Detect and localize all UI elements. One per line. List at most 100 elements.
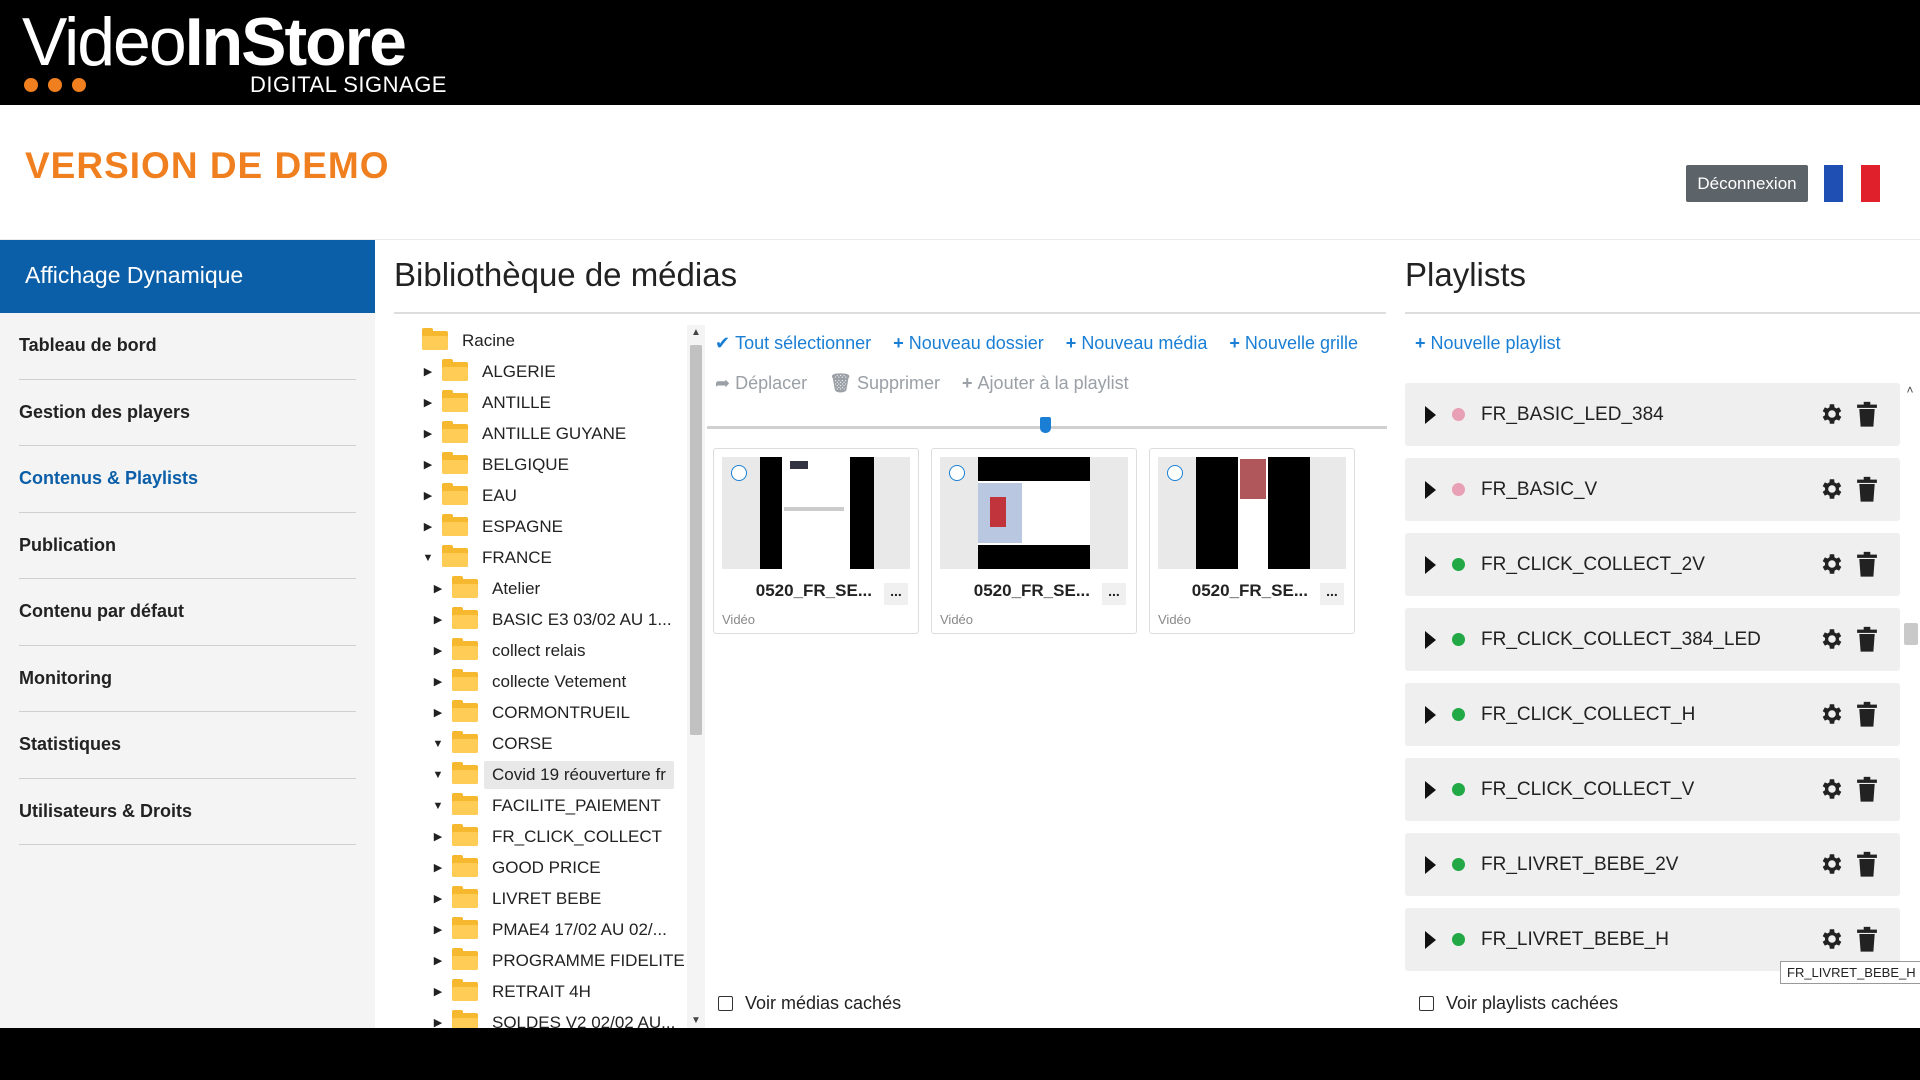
new-folder-button[interactable]: + Nouveau dossier [893,333,1044,354]
caret-right-icon[interactable]: ▶ [430,954,446,967]
playlist-item[interactable]: FR_BASIC_V [1405,458,1900,521]
tree-folder-item[interactable]: Racine [400,325,685,356]
sidebar-item-monitoring[interactable]: Monitoring [19,646,356,712]
tree-folder-item[interactable]: ▶ BASIC E3 03/02 AU 1... [400,604,685,635]
tree-folder-item[interactable]: ▼ FRANCE [400,542,685,573]
tree-folder-item[interactable]: ▼ Covid 19 réouverture fr [400,759,685,790]
expand-icon[interactable] [1425,555,1436,574]
tree-folder-item[interactable]: ▶ ESPAGNE [400,511,685,542]
trash-icon[interactable] [1856,851,1878,878]
gear-icon[interactable] [1819,701,1845,727]
expand-icon[interactable] [1425,705,1436,724]
caret-right-icon[interactable]: ▶ [430,675,446,688]
caret-right-icon[interactable]: ▶ [420,427,436,440]
video-thumbnail[interactable] [940,457,1128,569]
caret-right-icon[interactable]: ▶ [430,1016,446,1028]
scroll-up-icon[interactable]: ▲ [687,327,705,338]
slider-handle[interactable] [1040,417,1051,433]
media-card[interactable]: 0520_FR_SE... ... Vidéo [713,448,919,634]
more-options-button[interactable]: ... [1102,583,1126,605]
tree-folder-item[interactable]: ▶ RETRAIT 4H [400,976,685,1007]
tree-scrollbar[interactable]: ▲ ▼ [687,325,705,1028]
sidebar-item-contents-playlists[interactable]: Contenus & Playlists [19,446,356,513]
caret-right-icon[interactable]: ▶ [420,458,436,471]
caret-right-icon[interactable]: ▶ [430,985,446,998]
caret-right-icon[interactable]: ▶ [430,613,446,626]
caret-right-icon[interactable]: ▶ [430,644,446,657]
tree-folder-item[interactable]: ▶ PMAE4 17/02 AU 02/... [400,914,685,945]
video-thumbnail[interactable] [722,457,910,569]
playlist-item[interactable]: FR_CLICK_COLLECT_V [1405,758,1900,821]
media-card[interactable]: 0520_FR_SE... ... Vidéo [931,448,1137,634]
expand-icon[interactable] [1425,630,1436,649]
playlist-item[interactable]: FR_CLICK_COLLECT_H [1405,683,1900,746]
more-options-button[interactable]: ... [1320,583,1344,605]
trash-icon[interactable] [1856,401,1878,428]
french-flag-icon[interactable] [1824,165,1881,202]
trash-icon[interactable] [1856,626,1878,653]
show-hidden-playlists-checkbox[interactable]: Voir playlists cachées [1419,993,1618,1014]
sidebar-item-users-rights[interactable]: Utilisateurs & Droits [19,779,356,845]
tree-folder-item[interactable]: ▶ collect relais [400,635,685,666]
tree-folder-item[interactable]: ▶ PROGRAMME FIDELITE [400,945,685,976]
caret-down-icon[interactable]: ▼ [430,800,446,812]
trash-icon[interactable] [1856,701,1878,728]
more-options-button[interactable]: ... [884,583,908,605]
playlist-item[interactable]: FR_CLICK_COLLECT_384_LED [1405,608,1900,671]
sidebar-item-default-content[interactable]: Contenu par défaut [19,579,356,646]
sidebar-title[interactable]: Affichage Dynamique [0,240,375,313]
gear-icon[interactable] [1819,626,1845,652]
new-media-button[interactable]: + Nouveau média [1066,333,1208,354]
tree-folder-item[interactable]: ▶ EAU [400,480,685,511]
tree-folder-item[interactable]: ▶ BELGIQUE [400,449,685,480]
tree-folder-item[interactable]: ▶ FR_CLICK_COLLECT [400,821,685,852]
caret-right-icon[interactable]: ▶ [430,923,446,936]
caret-right-icon[interactable]: ▶ [420,520,436,533]
scroll-down-icon[interactable]: ▼ [687,1015,705,1026]
expand-icon[interactable] [1425,780,1436,799]
show-hidden-media-checkbox[interactable]: Voir médias cachés [718,993,901,1014]
sidebar-item-players[interactable]: Gestion des players [19,380,356,446]
trash-icon[interactable] [1856,776,1878,803]
checkbox[interactable] [718,996,733,1011]
checkbox[interactable] [1419,996,1434,1011]
add-to-playlist-button[interactable]: + Ajouter à la playlist [962,373,1129,394]
select-radio[interactable] [949,465,965,481]
tree-folder-item[interactable]: ▶ SOLDES V2 02/02 AU... [400,1007,685,1028]
media-card[interactable]: 0520_FR_SE... ... Vidéo [1149,448,1355,634]
expand-icon[interactable] [1425,405,1436,424]
sidebar-item-statistics[interactable]: Statistiques [19,712,356,779]
video-thumbnail[interactable] [1158,457,1346,569]
tree-folder-item[interactable]: ▶ CORMONTRUEIL [400,697,685,728]
select-radio[interactable] [731,465,747,481]
scroll-thumb[interactable] [1904,623,1918,645]
gear-icon[interactable] [1819,551,1845,577]
expand-icon[interactable] [1425,930,1436,949]
select-radio[interactable] [1167,465,1183,481]
caret-right-icon[interactable]: ▶ [420,365,436,378]
logout-button[interactable]: Déconnexion [1686,165,1808,202]
caret-down-icon[interactable]: ▼ [420,552,436,564]
caret-right-icon[interactable]: ▶ [430,830,446,843]
gear-icon[interactable] [1819,776,1845,802]
playlist-item[interactable]: FR_BASIC_LED_384 [1405,383,1900,446]
tree-folder-item[interactable]: ▶ LIVRET BEBE [400,883,685,914]
tree-folder-item[interactable]: ▶ GOOD PRICE [400,852,685,883]
scroll-thumb[interactable] [690,345,702,735]
caret-down-icon[interactable]: ▼ [430,769,446,781]
trash-icon[interactable] [1856,551,1878,578]
tree-folder-item[interactable]: ▶ ANTILLE GUYANE [400,418,685,449]
tree-folder-item[interactable]: ▶ ANTILLE [400,387,685,418]
caret-right-icon[interactable]: ▶ [430,892,446,905]
caret-down-icon[interactable]: ▼ [430,738,446,750]
gear-icon[interactable] [1819,851,1845,877]
caret-right-icon[interactable]: ▶ [430,861,446,874]
gear-icon[interactable] [1819,476,1845,502]
caret-right-icon[interactable]: ▶ [420,489,436,502]
gear-icon[interactable] [1819,926,1845,952]
tree-folder-item[interactable]: ▼ CORSE [400,728,685,759]
move-button[interactable]: ➦ Déplacer [715,373,807,394]
expand-icon[interactable] [1425,480,1436,499]
select-all-button[interactable]: ✔ Tout sélectionner [715,333,871,354]
videoinstore-logo[interactable]: VideoInStore DIGITAL SIGNAGE [22,8,446,98]
